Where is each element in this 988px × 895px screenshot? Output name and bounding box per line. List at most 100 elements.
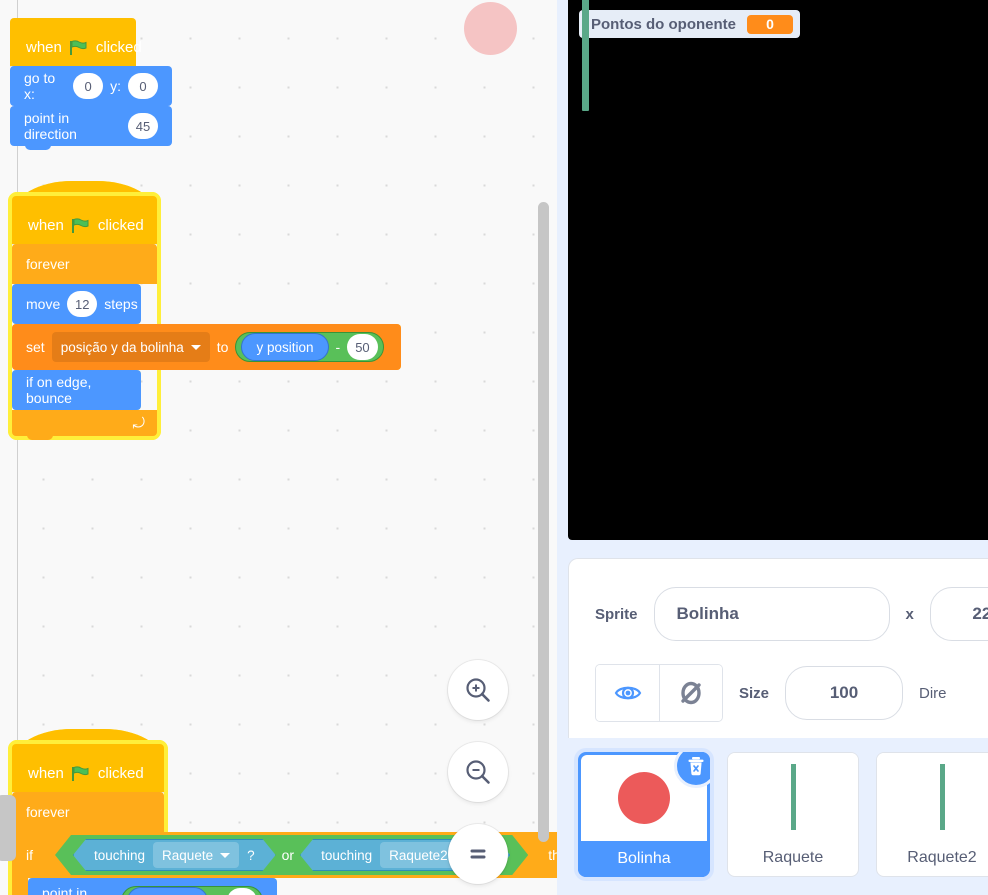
hat-clicked-label: clicked bbox=[97, 217, 144, 234]
stage-and-sprites-pane: Meus pontos 0 Pontos do oponente 0 Sprit… bbox=[557, 0, 988, 895]
visibility-toggle-group[interactable] bbox=[595, 664, 723, 722]
point-direction-input[interactable]: 45 bbox=[128, 113, 158, 139]
zoom-out-button[interactable] bbox=[448, 742, 508, 802]
hat-when-label: when bbox=[28, 217, 64, 234]
block-forever[interactable]: forever move 12 steps set posição y da b… bbox=[12, 244, 401, 440]
forever-label: forever bbox=[26, 256, 70, 272]
monitor-label: Pontos do oponente bbox=[591, 15, 736, 33]
variable-dropdown[interactable]: posição y da bolinha bbox=[51, 332, 210, 362]
chevron-down-icon bbox=[190, 344, 201, 350]
touching-label: touching bbox=[94, 847, 146, 863]
point-direction-label: point in direction bbox=[24, 110, 77, 142]
hat-when-label: when bbox=[26, 39, 62, 56]
loop-arrow-icon: ⤾ bbox=[132, 415, 146, 432]
monitor-value: 0 bbox=[746, 14, 793, 34]
sprite-tile-name: Raquete2 bbox=[907, 849, 977, 866]
hat-clicked-label: clicked bbox=[95, 39, 142, 56]
operator-operand-b[interactable]: 50 bbox=[347, 334, 378, 360]
zoom-in-icon bbox=[466, 678, 490, 702]
sprite-x-input[interactable]: 22 bbox=[929, 587, 988, 641]
direction-label: Dire bbox=[919, 684, 947, 702]
block-move-steps[interactable]: move 12 steps bbox=[12, 284, 141, 328]
sprite-tile-raquete2[interactable]: Raquete2 bbox=[876, 752, 988, 877]
go-to-x-input[interactable]: 0 bbox=[73, 73, 104, 99]
sprite-thumbnail bbox=[728, 753, 858, 840]
to-label: to bbox=[216, 339, 229, 355]
question-mark: ? bbox=[247, 847, 255, 863]
hide-sprite-button[interactable] bbox=[659, 665, 722, 721]
touching-target-dropdown[interactable]: Raquete bbox=[153, 842, 239, 868]
show-sprite-button[interactable] bbox=[596, 665, 659, 721]
block-point-in-direction-mult[interactable]: point in direction direction * -1 bbox=[28, 878, 277, 895]
if-arm bbox=[12, 878, 28, 895]
sprite-label: Sprite bbox=[595, 605, 638, 623]
steps-label: steps bbox=[104, 296, 138, 312]
when-flag-clicked-hat[interactable]: when clicked bbox=[10, 3, 142, 66]
block-set-variable[interactable]: set posição y da bolinha to y position -… bbox=[12, 324, 401, 374]
eye-icon bbox=[614, 686, 641, 700]
when-flag-clicked-hat-3[interactable]: when clicked bbox=[12, 729, 164, 792]
hat-when-label: when bbox=[28, 765, 64, 782]
dragged-sprite-ghost bbox=[464, 2, 517, 55]
forever-label-row: forever bbox=[12, 244, 157, 284]
forever-label: forever bbox=[26, 804, 70, 820]
go-to-y-input[interactable]: 0 bbox=[128, 73, 158, 99]
if-label: if bbox=[26, 847, 33, 863]
touching-target: Raquete2 bbox=[389, 847, 448, 863]
go-to-label: go to x: bbox=[24, 70, 56, 102]
zoom-in-button[interactable] bbox=[448, 660, 508, 720]
reporter-direction[interactable]: direction bbox=[126, 887, 208, 895]
zoom-reset-icon bbox=[470, 849, 486, 859]
sprite-info-panel: Sprite Bolinha x 22 Size 100 Dire bbox=[568, 558, 988, 738]
green-flag-icon bbox=[71, 217, 90, 234]
or-label: or bbox=[281, 847, 295, 863]
script-ball-movement[interactable]: when clicked forever move 12 steps set p… bbox=[8, 181, 557, 440]
sprite-thumbnail bbox=[877, 753, 988, 840]
trash-icon bbox=[688, 757, 704, 776]
workspace-vertical-scrollbar[interactable] bbox=[538, 202, 549, 842]
operator-operand-b[interactable]: -1 bbox=[227, 888, 257, 895]
ball-thumbnail-icon bbox=[618, 772, 670, 824]
set-label: set bbox=[26, 339, 45, 355]
x-label: x bbox=[905, 605, 914, 623]
bounce-label: if on edge, bounce bbox=[26, 374, 92, 406]
reporter-y-position[interactable]: y position bbox=[241, 333, 329, 361]
paddle-thumbnail-icon bbox=[790, 763, 796, 830]
scratch-editor: when clicked go to x: 0 y: 0 point in di… bbox=[0, 0, 988, 895]
script-when-flag-setup[interactable]: when clicked go to x: 0 y: 0 point in di… bbox=[10, 3, 180, 150]
workspace-horizontal-scrollbar[interactable] bbox=[0, 795, 16, 861]
sprite-tile-bolinha[interactable]: Bolinha bbox=[578, 752, 710, 877]
then-label: then bbox=[548, 847, 557, 863]
stage-sprite-raquete[interactable] bbox=[582, 0, 589, 111]
green-flag-icon bbox=[71, 765, 90, 782]
sprite-tile-name: Bolinha bbox=[578, 841, 710, 877]
chevron-down-icon bbox=[220, 853, 230, 858]
hat-clicked-label: clicked bbox=[97, 765, 144, 782]
operator-multiply[interactable]: direction * -1 bbox=[120, 886, 263, 895]
stage[interactable]: Meus pontos 0 Pontos do oponente 0 bbox=[568, 0, 988, 540]
code-workspace[interactable]: when clicked go to x: 0 y: 0 point in di… bbox=[0, 0, 557, 895]
move-steps-input[interactable]: 12 bbox=[67, 291, 98, 317]
zoom-reset-button[interactable] bbox=[448, 824, 508, 884]
block-go-to-xy[interactable]: go to x: 0 y: 0 bbox=[10, 66, 172, 110]
zoom-out-icon bbox=[466, 760, 490, 784]
sprite-tile-name: Raquete bbox=[762, 849, 824, 866]
sensing-touching-raquete[interactable]: touching Raquete ? bbox=[73, 839, 276, 871]
size-label: Size bbox=[739, 684, 770, 702]
block-forever-2[interactable]: forever if touching Raquete ? or touchin… bbox=[12, 792, 557, 895]
block-point-in-direction[interactable]: point in direction 45 bbox=[10, 106, 172, 150]
stage-monitor-pontos-oponente[interactable]: Pontos do oponente 0 bbox=[579, 10, 800, 38]
paddle-thumbnail-icon bbox=[939, 763, 945, 830]
forever-label-row-2: forever bbox=[12, 792, 164, 832]
touching-label: touching bbox=[321, 847, 373, 863]
block-if-on-edge-bounce[interactable]: if on edge, bounce bbox=[12, 370, 141, 414]
touching-target: Raquete bbox=[162, 847, 214, 863]
operator-subtract[interactable]: y position - 50 bbox=[235, 332, 384, 362]
point-direction-label: point in direction bbox=[42, 885, 88, 895]
sprite-name-input[interactable]: Bolinha bbox=[653, 587, 890, 641]
when-flag-clicked-hat-2[interactable]: when clicked bbox=[12, 181, 157, 244]
sprite-tile-raquete[interactable]: Raquete bbox=[727, 752, 859, 877]
variable-name: posição y da bolinha bbox=[60, 339, 184, 355]
sprite-size-input[interactable]: 100 bbox=[785, 666, 904, 720]
sprite-selector-list: Bolinha Raquete Raquete2 bbox=[568, 740, 988, 895]
